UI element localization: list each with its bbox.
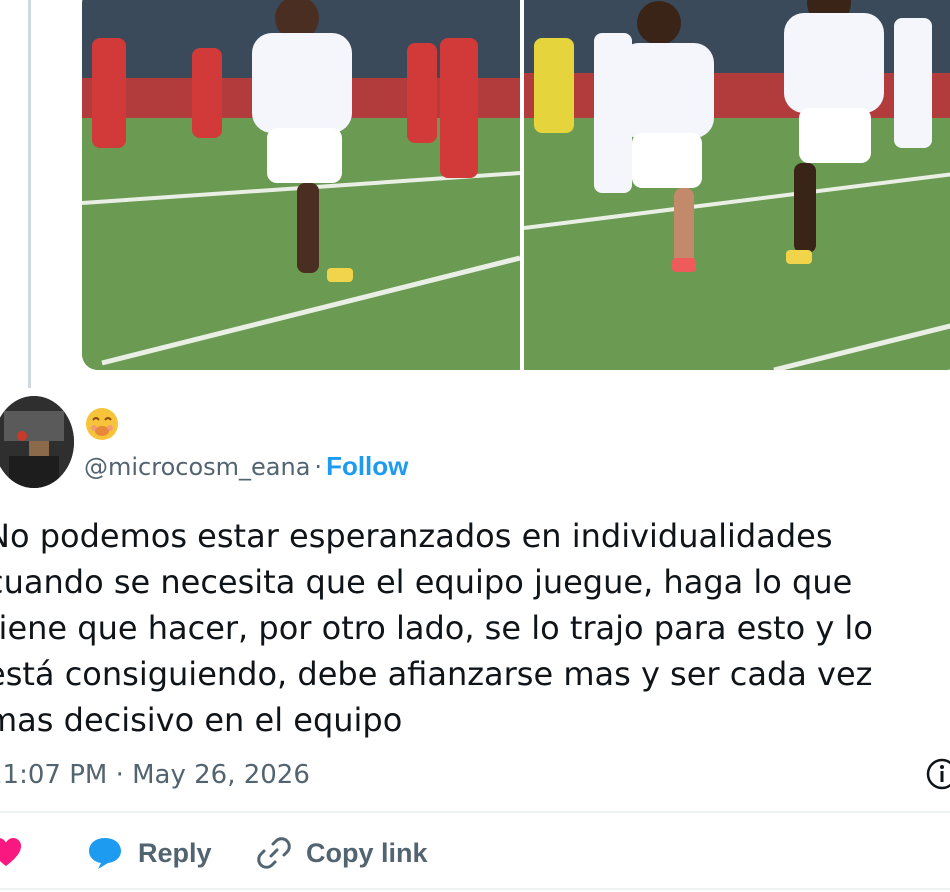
divider [0, 811, 950, 813]
tweet-actions: Reply Copy link [0, 826, 950, 880]
follow-button[interactable]: Follow [326, 451, 408, 481]
media-photo-1[interactable] [82, 0, 520, 370]
avatar[interactable] [0, 396, 74, 488]
photo-2-image [524, 0, 950, 370]
bottom-divider [0, 888, 950, 890]
link-icon [257, 837, 291, 869]
reply-label: Reply [138, 837, 212, 868]
copy-link-label: Copy link [306, 837, 428, 868]
reply-button[interactable]: Reply [86, 826, 212, 880]
speech-bubble-icon [89, 838, 121, 869]
like-button[interactable] [0, 826, 24, 880]
avatar-image [0, 396, 74, 488]
author-row: @microcosm_eana · Follow [84, 449, 408, 484]
author-handle[interactable]: @microcosm_eana [84, 453, 310, 481]
copy-link-button[interactable]: Copy link [256, 826, 428, 880]
smiling-face-emoji-icon [86, 408, 118, 440]
info-icon[interactable] [924, 756, 950, 792]
media-grid[interactable] [82, 0, 950, 370]
separator-dot: · [314, 453, 323, 481]
media-photo-2[interactable] [524, 0, 950, 370]
heart-icon [0, 838, 21, 866]
thread-line [28, 0, 31, 388]
photo-1-image [82, 0, 520, 370]
tweet-text: No podemos estar esperanzados en individ… [0, 517, 873, 739]
tweet-timestamp[interactable]: 11:07 PM · May 26, 2026 [0, 757, 310, 793]
